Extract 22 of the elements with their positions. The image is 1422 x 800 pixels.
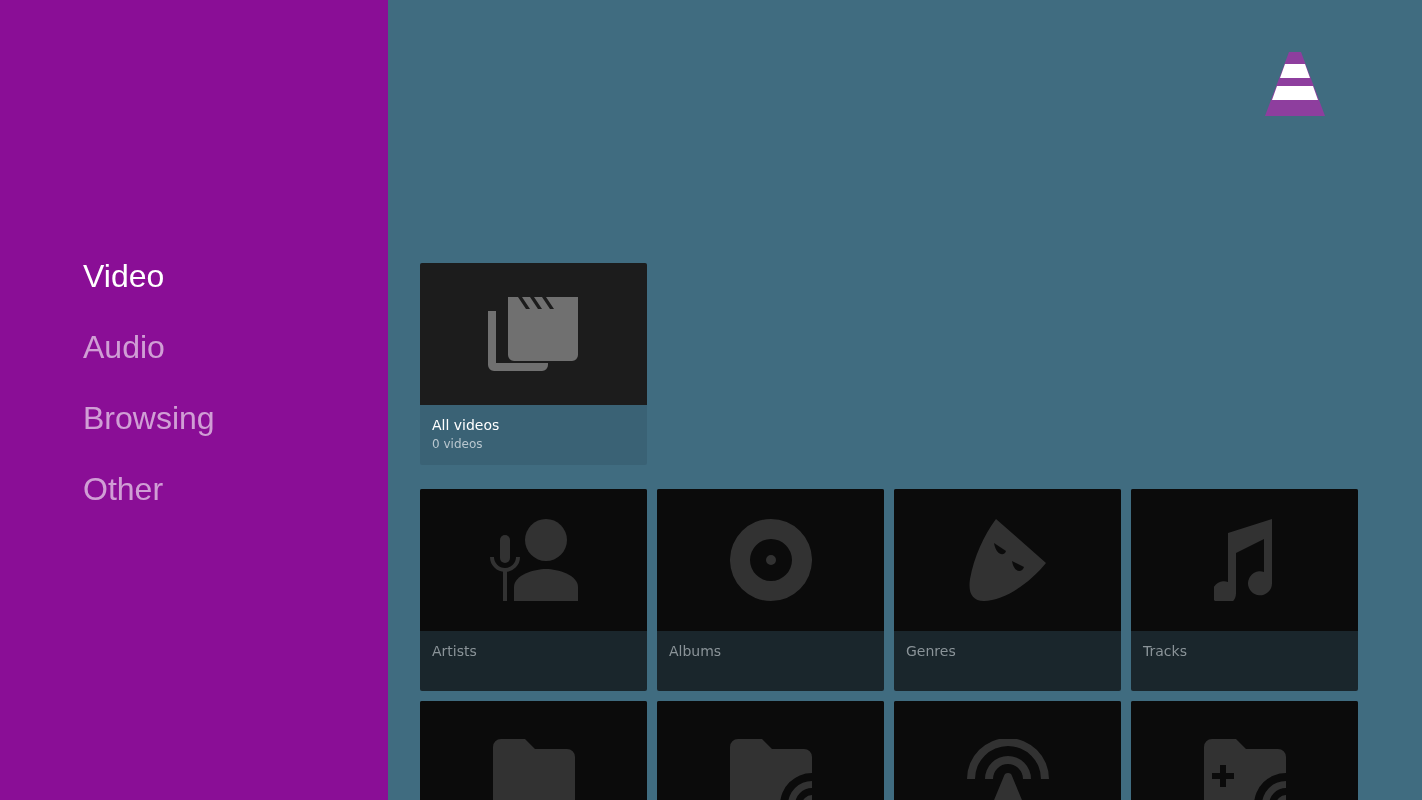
clapperboard-stack-icon	[487, 297, 580, 371]
folder-icon	[492, 739, 575, 800]
folder-add-icon	[1203, 739, 1286, 800]
tile-title: All videos	[432, 417, 500, 433]
tile-title: Tracks	[1143, 643, 1187, 659]
tile-title: Genres	[906, 643, 956, 659]
tile-subtitle: 0 videos	[432, 437, 483, 451]
sidebar-item[interactable]: Video	[83, 257, 165, 294]
tile-title: Artists	[432, 643, 477, 659]
traffic-cone-logo-icon	[1264, 50, 1326, 118]
media-tile[interactable]: All videos 0 videos	[420, 263, 647, 465]
folder-signal-icon	[729, 739, 812, 800]
media-tile[interactable]: Tracks	[1131, 489, 1358, 691]
antenna-icon	[966, 739, 1049, 800]
sidebar-item[interactable]: Audio	[83, 328, 165, 365]
sidebar-item[interactable]: Browsing	[83, 399, 215, 436]
media-tile[interactable]: Artists	[420, 489, 647, 691]
mask-icon	[967, 519, 1048, 601]
media-tile[interactable]: Albums	[657, 489, 884, 691]
tile-title: Albums	[669, 643, 722, 659]
sidebar-item[interactable]: Other	[83, 470, 164, 507]
media-tile[interactable]: Genres	[894, 489, 1121, 691]
